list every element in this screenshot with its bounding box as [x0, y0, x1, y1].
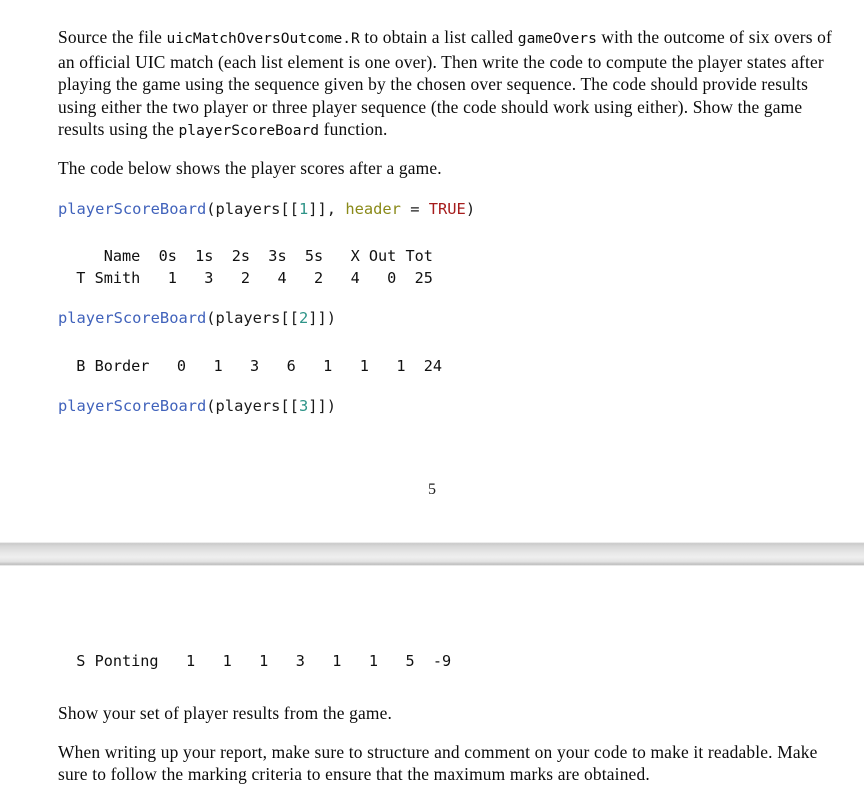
code-function-name: playerScoreBoard [58, 396, 207, 415]
code-open-paren: ( [206, 308, 216, 327]
code-index-number: 2 [298, 308, 309, 327]
inline-code-gameovers: gameOvers [517, 30, 597, 47]
task-intro-text-4: function. [319, 119, 388, 140]
code-function-name: playerScoreBoard [58, 199, 207, 218]
scoreboard-output-2: B Border 0 1 3 6 1 1 1 24 [58, 355, 840, 377]
page-upper-content: Source the file uicMatchOversOutcome.R t… [58, 0, 840, 416]
page-lower-content: S Ponting 1 1 1 3 1 1 5 -9 Show your set… [58, 650, 840, 786]
task-intro-text-2: to obtain a list called [359, 27, 518, 47]
code-call-playerscoreboard-3: playerScoreBoard(players[[3]]) [58, 396, 840, 416]
paragraph-report-note: When writing up your report, make sure t… [58, 741, 818, 785]
code-close-paren: ) [326, 396, 337, 415]
scoreboard-row-t-smith: T Smith 1 3 2 4 2 4 0 25 [58, 268, 433, 287]
code-close-index: ]] [308, 308, 327, 327]
document-page: ) Source the file uicMatchOversOutcome.R… [0, 0, 864, 805]
scoreboard-output-1: Name 0s 1s 2s 3s 5s X Out Tot T Smith 1 … [58, 245, 840, 289]
page-break-separator [0, 542, 864, 566]
code-equals-sign: = [400, 199, 429, 218]
paragraph-code-intro: The code below shows the player scores a… [58, 157, 442, 178]
scoreboard-row-b-border: B Border 0 1 3 6 1 1 1 24 [58, 356, 443, 375]
code-variable-players: players[[ [215, 199, 299, 218]
code-index-number: 1 [298, 199, 309, 218]
code-argument-header: header [345, 199, 401, 218]
code-call-playerscoreboard-1: playerScoreBoard(players[[1]], header = … [58, 199, 840, 219]
page-number: 5 [428, 481, 436, 498]
code-close-paren: ) [465, 199, 476, 218]
code-open-paren: ( [206, 199, 216, 218]
scoreboard-header-row: Name 0s 1s 2s 3s 5s X Out Tot [58, 246, 433, 265]
task-intro-text-1: Source the file [58, 27, 167, 47]
paragraph-show-results: Show your set of player results from the… [58, 703, 393, 723]
code-call-playerscoreboard-2: playerScoreBoard(players[[2]]) [58, 308, 840, 328]
inline-code-source-file: uicMatchOversOutcome.R [166, 30, 360, 47]
code-close-index: ]], [308, 199, 346, 218]
code-variable-players: players[[ [215, 308, 299, 327]
scoreboard-row-s-ponting: S Ponting 1 1 1 3 1 1 5 -9 [58, 652, 452, 670]
paragraph-task-intro: Source the file uicMatchOversOutcome.R t… [58, 26, 840, 143]
code-close-index: ]] [308, 396, 327, 415]
code-constant-true: TRUE [428, 199, 466, 218]
scoreboard-output-3: S Ponting 1 1 1 3 1 1 5 -9 [58, 650, 840, 672]
code-function-name: playerScoreBoard [58, 308, 207, 327]
code-open-paren: ( [206, 396, 216, 415]
code-variable-players: players[[ [215, 396, 299, 415]
inline-code-playerscoreboard: playerScoreBoard [178, 122, 320, 140]
code-close-paren: ) [326, 308, 337, 327]
code-index-number: 3 [298, 396, 309, 415]
